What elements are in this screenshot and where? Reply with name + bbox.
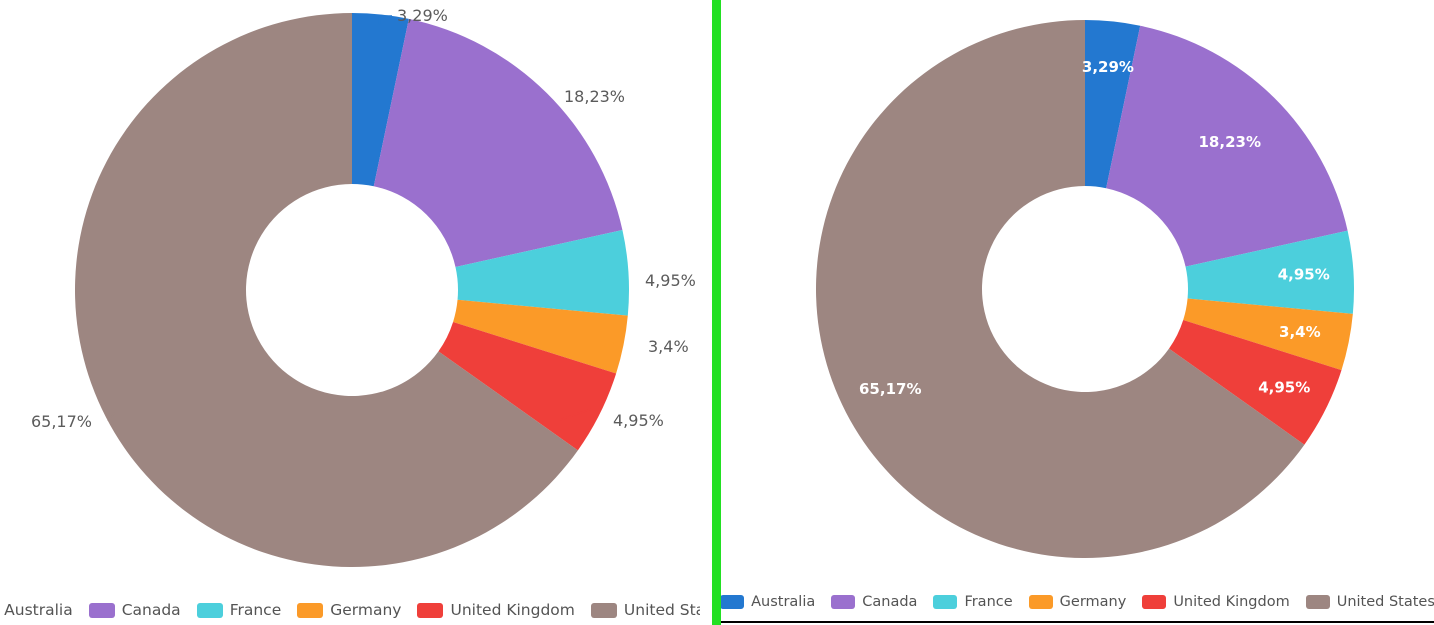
legend-item-label: United Kingdom	[1173, 593, 1290, 610]
legend-item-label: Canada	[862, 593, 918, 610]
legend-item-france[interactable]: France	[196, 600, 282, 619]
legend-swatch-icon	[1142, 594, 1167, 609]
slice-label-united-kingdom: 4,95%	[613, 411, 664, 430]
legend-item-united-states[interactable]: United States	[590, 600, 700, 619]
slice-label-united-states: 65,17%	[31, 412, 92, 431]
legend-item-canada[interactable]: Canada	[831, 593, 918, 610]
pie-slice-canada[interactable]	[373, 18, 623, 268]
right-donut-chart[interactable]: 3,29% 18,23% 4,95% 3,4% 4,95% 65,17%	[721, 0, 1432, 572]
legend-item-united-states[interactable]: United States	[1305, 593, 1434, 610]
legend-item-label: United States	[623, 600, 700, 619]
comparison-chart-page: 3,29% 18,23% 4,95% 3,4% 4,95% 65,17% Australi…	[0, 0, 1434, 625]
legend-item-label: Australia	[751, 593, 816, 610]
left-chart-panel: 3,29% 18,23% 4,95% 3,4% 4,95% 65,17% Australi…	[0, 0, 700, 625]
legend-item-label: United States	[1336, 593, 1434, 610]
legend-item-label: France	[964, 593, 1013, 610]
legend-swatch-icon	[196, 602, 223, 618]
legend-item-australia[interactable]: Australia	[721, 593, 816, 610]
legend-item-canada[interactable]: Canada	[88, 600, 181, 619]
legend-swatch-icon	[831, 594, 856, 609]
left-donut-chart[interactable]: 3,29% 18,23% 4,95% 3,4% 4,95% 65,17%	[0, 0, 700, 578]
slice-label-france: 4,95%	[645, 271, 696, 290]
slice-label-france: 4,95%	[1278, 266, 1330, 284]
legend-item-united-kingdom[interactable]: United Kingdom	[417, 600, 575, 619]
panel-divider	[712, 0, 721, 625]
legend-item-label: United Kingdom	[450, 600, 575, 619]
slice-label-canada: 18,23%	[1199, 133, 1261, 151]
legend-swatch-icon	[721, 594, 745, 609]
legend-swatch-icon	[933, 594, 958, 609]
legend-item-france[interactable]: France	[933, 593, 1013, 610]
legend-swatch-icon	[1028, 594, 1053, 609]
legend-swatch-icon	[297, 602, 324, 618]
legend-item-germany[interactable]: Germany	[1028, 593, 1127, 610]
legend-swatch-icon	[1305, 594, 1330, 609]
slice-label-germany: 3,4%	[648, 337, 689, 356]
slice-label-canada: 18,23%	[564, 87, 625, 106]
slice-label-united-kingdom: 4,95%	[1258, 379, 1310, 397]
legend-item-united-kingdom[interactable]: United Kingdom	[1142, 593, 1290, 610]
slice-label-united-states: 65,17%	[859, 380, 921, 398]
legend-swatch-icon	[590, 602, 617, 618]
legend-swatch-icon	[417, 602, 444, 618]
left-chart-legend: Australia Canada France Germany United Kingd…	[0, 600, 700, 619]
slice-label-germany: 3,4%	[1279, 323, 1321, 341]
slice-label-australia: 3,29%	[1082, 58, 1134, 76]
legend-item-germany[interactable]: Germany	[297, 600, 402, 619]
legend-item-label: Germany	[1059, 593, 1127, 610]
slice-label-australia: 3,29%	[397, 6, 448, 25]
right-chart-legend: Australia Canada France Germany United Kingd…	[721, 593, 1434, 610]
right-chart-panel: 3,29% 18,23% 4,95% 3,4% 4,95% 65,17% Australi…	[721, 0, 1434, 623]
legend-item-label: France	[229, 600, 282, 619]
legend-item-label: Australia	[4, 600, 73, 619]
legend-item-australia[interactable]: Australia	[0, 600, 73, 619]
legend-swatch-icon	[88, 602, 115, 618]
legend-item-label: Germany	[330, 600, 402, 619]
legend-item-label: Canada	[121, 600, 181, 619]
